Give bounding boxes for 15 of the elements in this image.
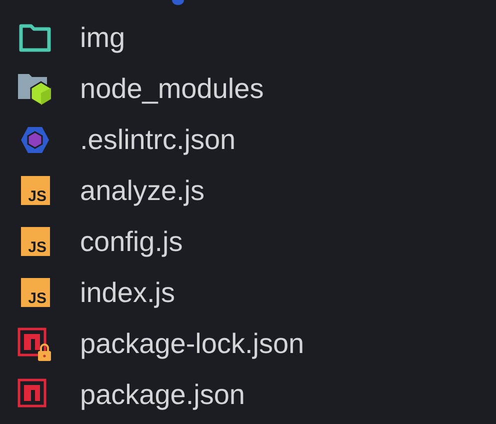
js-file-icon: JS — [20, 176, 50, 205]
file-item[interactable]: package-lock.json — [0, 318, 496, 369]
file-item[interactable]: img — [0, 12, 496, 63]
hexagon-icon — [20, 126, 50, 154]
file-item[interactable]: .eslintrc.json — [0, 114, 496, 165]
js-file-icon: JS — [20, 227, 50, 256]
file-item[interactable]: JS config.js — [0, 216, 496, 267]
file-item[interactable]: package.json — [0, 369, 496, 420]
locked-npm-icon — [17, 326, 53, 360]
file-item[interactable]: JS analyze.js — [0, 165, 496, 216]
folder-icon — [17, 72, 53, 106]
file-item[interactable]: node_modules — [0, 63, 496, 114]
js-file-icon: JS — [20, 278, 50, 307]
folder-icon — [18, 22, 52, 52]
file-item[interactable]: JS index.js — [0, 267, 496, 318]
